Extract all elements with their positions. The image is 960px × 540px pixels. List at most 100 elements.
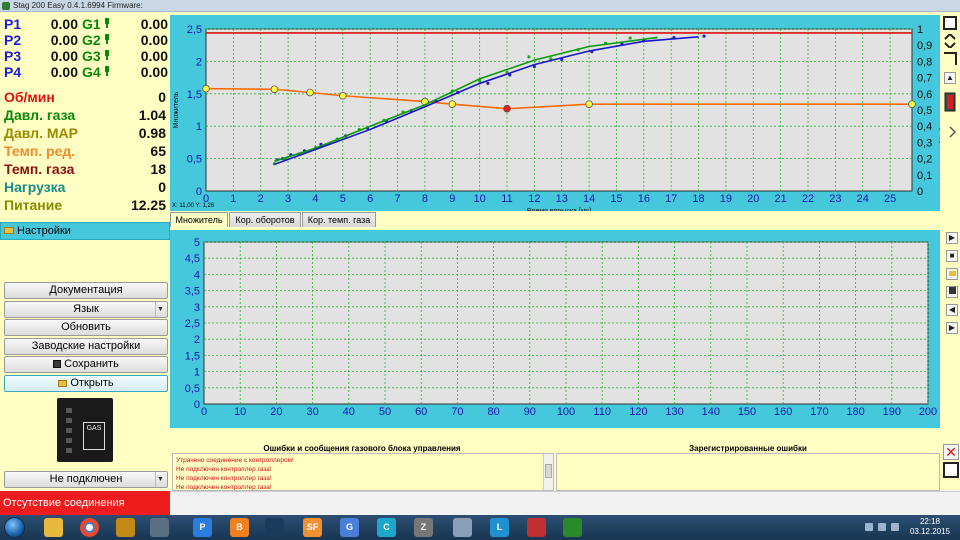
app-l-icon[interactable]: L [490,518,509,537]
x-tick-label: 8 [422,193,428,205]
corner-icon[interactable] [943,52,957,66]
y-tick-label: 4,5 [185,253,200,265]
save-button[interactable]: Сохранить [4,356,168,373]
tab-multiplier[interactable]: Множитель [170,212,228,227]
dropdown-arrow-icon[interactable]: ▼ [155,472,165,487]
y-tick-label: 0,5 [185,383,200,395]
scrollbar-thumb[interactable] [545,464,552,478]
series-point [339,91,347,100]
blogger-icon[interactable]: B [230,518,249,537]
language-dropdown[interactable]: Язык ▼ [4,301,168,318]
error-message: Не подключен контроллер газа! [176,484,272,491]
y-tick-label: 1,5 [187,89,202,101]
toolbar-square-button[interactable] [943,16,957,30]
step-back-icon[interactable]: ◀ [946,304,958,316]
x-tick-label: 130 [665,406,683,418]
series-point [270,85,279,94]
app-icon [2,2,10,10]
play-icon[interactable]: ▶ [946,232,958,244]
app-c-icon[interactable]: C [377,518,396,537]
live-data-chart-svg[interactable]: 0 10 20 30 40 50 60 70 80 90 100 110 120 130 140 150 160… [170,230,940,428]
series-point [306,88,314,97]
x-tick-label: 5 [340,193,346,205]
x-tick-label: 11 [501,193,512,205]
device-led [66,438,72,443]
x-tick-label: 0 [201,406,207,418]
x-tick-label: 190 [883,406,901,418]
settings-tree-item[interactable]: Настройки [0,222,170,240]
y-right-tick-label: 0,6 [917,89,932,101]
record-icon[interactable] [944,92,958,112]
clock-date: 03.12.2015 [909,527,950,536]
app-icon[interactable] [116,518,135,537]
y-tick-label: 5 [194,237,200,249]
app-icon[interactable] [150,518,169,537]
translate-icon[interactable]: G [340,518,359,537]
injector-p-value: 0.00 [50,16,78,32]
controller-device-image: GAS [57,398,113,462]
x-tick-label: 170 [810,406,828,418]
y-tick-label: 1 [194,367,200,379]
save-icon[interactable] [946,286,958,298]
stag-app-icon[interactable] [563,518,582,537]
tray-flag-icon[interactable] [865,523,873,531]
explorer-icon[interactable] [44,518,63,537]
folder-icon[interactable] [946,268,958,280]
live-data-chart[interactable]: 0 10 20 30 40 50 60 70 80 90 100 110 120 130 140 150 160… [170,230,940,428]
tray-volume-icon[interactable] [891,523,899,531]
dropdown-arrow-icon[interactable]: ▼ [155,302,165,317]
calculator-icon[interactable] [453,518,472,537]
connection-dropdown[interactable]: Не подключен ▼ [4,471,168,488]
x-tick-label: 17 [665,193,677,205]
y-right-tick-label: 0,4 [917,121,932,133]
tray-network-icon[interactable] [878,523,886,531]
registered-errors-list[interactable] [556,453,940,491]
app-icon[interactable] [527,518,546,537]
app-p-icon[interactable]: P [193,518,212,537]
scroll-up-icon[interactable]: ▲ [944,72,956,84]
y-tick-label: 2 [194,334,200,346]
device-led [66,408,72,413]
x-tick-label: 2 [258,193,264,205]
errors-list[interactable]: Утрачено соединение с контроллером! Не п… [172,453,554,491]
x-tick-label: 9 [449,193,455,205]
x-tick-label: 10 [234,406,246,418]
injector-g-value: 0.00 [140,16,168,32]
app-icon[interactable] [265,518,284,537]
documentation-button[interactable]: Документация [4,282,168,299]
x-tick-label: 15 [610,193,622,205]
start-button-icon[interactable] [4,517,25,538]
app-sf-icon[interactable]: SF [303,518,322,537]
clear-errors-close-icon[interactable]: ✕ [943,444,959,460]
x-tick-label: 23 [829,193,841,205]
app-z-icon[interactable]: Z [414,518,433,537]
folder-open-icon [58,380,68,387]
expand-icon[interactable] [943,32,957,50]
registered-errors-header: Зарегистрированные ошибки [689,444,807,453]
open-button[interactable]: Открыть [4,375,168,392]
y-tick-label: 4 [194,269,200,281]
tab-rpm-correction[interactable]: Кор. оборотов [229,212,301,227]
toolbar-square-button[interactable] [943,462,959,478]
factory-settings-button[interactable]: Заводские настройки [4,338,168,355]
arrow-icon[interactable] [944,125,958,139]
sensor-row: Темп. газа 18 [4,160,166,178]
tab-gas-temp-correction[interactable]: Кор. темп. газа [302,212,376,227]
errors-scrollbar[interactable] [543,454,553,490]
update-button[interactable]: Обновить [4,319,168,336]
x-tick-label: 150 [738,406,756,418]
chrome-icon[interactable] [80,518,99,537]
folder-icon [4,227,14,234]
error-message: Утрачено соединение с контроллером! [176,457,294,464]
injector-g-value: 0.00 [140,64,168,80]
x-tick-label: 24 [857,193,869,205]
series-point [908,100,916,108]
multiplier-chart-svg[interactable]: 0 1 2 3 4 5 6 7 8 9 10 11 12 13 14 15 16 17 18 19 20 21 22 23 24… [170,15,940,211]
multiplier-chart[interactable]: 0 1 2 3 4 5 6 7 8 9 10 11 12 13 14 15 16 17 18 19 20 21 22 23 24… [170,15,940,211]
x-tick-label: 18 [692,193,704,205]
gas-switch-icon: GAS [83,422,105,450]
step-forward-icon[interactable]: ▶ [946,322,958,334]
taskbar-clock[interactable]: 22:18 03.12.2015 [910,517,950,537]
sensor-value: 0 [158,179,166,195]
stop-icon[interactable]: ■ [946,250,958,262]
